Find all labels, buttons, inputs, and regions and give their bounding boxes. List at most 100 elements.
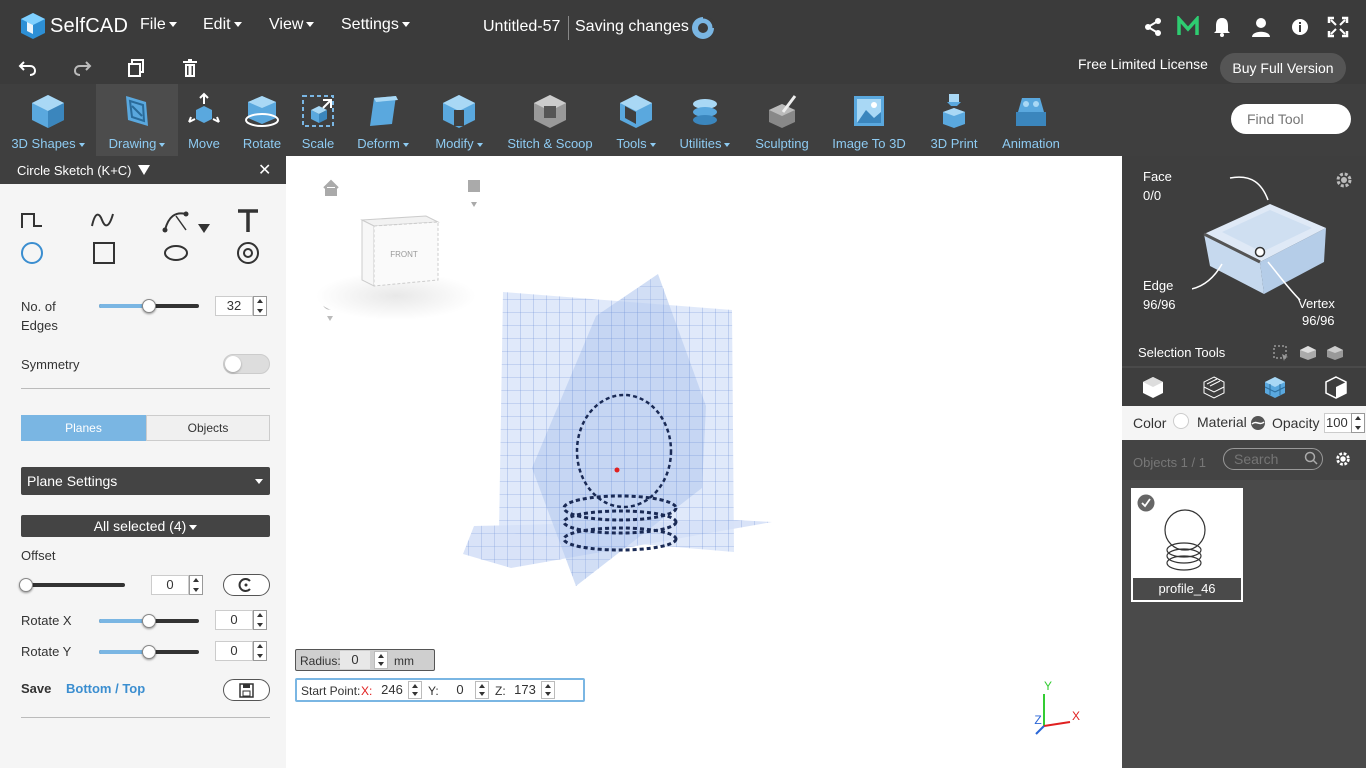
tab-edge-mode[interactable] (1244, 368, 1305, 406)
color-swatch[interactable] (1173, 413, 1189, 429)
view-cube[interactable]: FRONT (316, 215, 476, 320)
save-button[interactable] (223, 679, 270, 701)
ellipse-icon[interactable] (163, 245, 189, 261)
edges-input[interactable]: 32 (215, 296, 253, 316)
tab-object-mode[interactable] (1122, 368, 1183, 406)
menu-view[interactable]: View (269, 16, 315, 34)
freehand-icon[interactable] (90, 210, 116, 230)
select-all-icon[interactable] (1326, 345, 1344, 361)
document-title[interactable]: Untitled-57 (483, 18, 560, 36)
rotate-y-slider-handle[interactable] (142, 645, 156, 659)
tool-3d-shapes[interactable]: 3D Shapes (0, 84, 96, 156)
scene-canvas[interactable]: FRONT Y X Z (286, 156, 1122, 768)
selfcad-logo[interactable]: SelfCAD (20, 10, 128, 42)
search-icon[interactable] (1304, 451, 1318, 465)
bell-icon[interactable] (1211, 16, 1233, 38)
tab-objects[interactable]: Objects (146, 415, 270, 441)
offset-reset-button[interactable] (223, 574, 270, 596)
tool-utilities[interactable]: Utilities (672, 84, 738, 156)
menu-edit[interactable]: Edit (203, 16, 242, 34)
tool-rotate[interactable]: Rotate (236, 84, 288, 156)
symmetry-toggle[interactable] (223, 354, 270, 374)
text-icon[interactable] (236, 208, 260, 234)
tool-animation[interactable]: Animation (996, 84, 1066, 156)
tool-image-to-3d[interactable]: Image To 3D (826, 84, 912, 156)
plane-settings-dropdown[interactable]: Plane Settings (21, 467, 270, 495)
tool-3d-print[interactable]: 3D Print (922, 84, 986, 156)
chevron-down-icon (159, 142, 166, 147)
fullscreen-icon[interactable] (1327, 16, 1349, 38)
offset-slider-handle[interactable] (19, 578, 33, 592)
tool-stitch-scoop[interactable]: Stitch & Scoop (500, 84, 600, 156)
tool-drawing[interactable]: Drawing (96, 84, 178, 156)
tool-scale[interactable]: Scale (294, 84, 342, 156)
tool-sculpting[interactable]: Sculpting (748, 84, 816, 156)
gear-icon[interactable] (1334, 450, 1352, 468)
z-input[interactable]: 173 (510, 682, 540, 698)
y-stepper[interactable] (475, 681, 489, 699)
bezier-icon[interactable] (162, 208, 190, 234)
selection-cube-illustration[interactable] (1192, 170, 1332, 300)
tool-deform[interactable]: Deform (350, 84, 416, 156)
all-selected-dropdown[interactable]: All selected (4) (21, 515, 270, 537)
tab-vertex-mode[interactable] (1183, 368, 1244, 406)
material-icon[interactable] (1250, 415, 1266, 431)
tab-face-mode[interactable] (1305, 368, 1366, 406)
tool-modify[interactable]: Modify (428, 84, 490, 156)
gear-icon[interactable] (1334, 170, 1354, 190)
polyline-icon[interactable] (20, 210, 46, 230)
3d-viewport[interactable]: FRONT Y X Z (286, 156, 1122, 768)
tab-planes[interactable]: Planes (21, 415, 146, 441)
rotate-y-stepper[interactable] (253, 641, 267, 661)
find-tool-input[interactable] (1231, 104, 1351, 134)
offset-input[interactable]: 0 (151, 575, 189, 595)
radius-input[interactable]: 0 (340, 651, 370, 669)
rotate-x-stepper[interactable] (253, 610, 267, 630)
box-select-icon[interactable] (1273, 345, 1289, 361)
redo-icon[interactable] (72, 58, 92, 78)
user-icon[interactable] (1250, 16, 1272, 38)
chevron-down-icon[interactable] (471, 202, 477, 207)
close-icon[interactable]: ✕ (258, 160, 271, 180)
undo-icon[interactable] (18, 58, 38, 78)
tool-tools[interactable]: Tools (608, 84, 664, 156)
edges-stepper[interactable] (253, 296, 267, 316)
rotate-x-input[interactable]: 0 (215, 610, 253, 630)
offset-slider[interactable] (21, 583, 125, 587)
view-mode-icon[interactable] (468, 180, 480, 192)
edges-slider-handle[interactable] (142, 299, 156, 313)
m-app-icon[interactable] (1177, 16, 1199, 38)
x-stepper[interactable] (408, 681, 422, 699)
opacity-input[interactable]: 100 (1324, 413, 1352, 433)
rotate-x-slider-handle[interactable] (142, 614, 156, 628)
opacity-stepper[interactable] (1351, 413, 1365, 433)
chevron-down-icon[interactable] (327, 316, 333, 321)
info-icon[interactable] (1289, 16, 1311, 38)
checkmark-icon[interactable] (1137, 494, 1155, 512)
trash-icon[interactable] (180, 58, 200, 78)
menu-settings[interactable]: Settings (341, 16, 410, 34)
share-icon[interactable] (1142, 16, 1164, 38)
rotate-y-input[interactable]: 0 (215, 641, 253, 661)
copy-icon[interactable] (126, 58, 146, 78)
deform-icon (370, 96, 398, 126)
ring-icon[interactable] (236, 241, 260, 265)
save-target-link[interactable]: Bottom / Top (66, 681, 145, 696)
circle-icon[interactable] (20, 241, 44, 265)
cube-icon (32, 95, 64, 128)
chevron-down-icon (402, 142, 409, 147)
rectangle-icon[interactable] (92, 241, 116, 265)
radius-stepper[interactable] (374, 651, 388, 669)
chevron-down-icon[interactable] (198, 224, 210, 233)
panel-collapse-icon[interactable] (138, 165, 150, 175)
offset-stepper[interactable] (189, 575, 203, 595)
menu-file[interactable]: File (140, 16, 177, 34)
y-input[interactable]: 0 (445, 682, 475, 698)
tool-move[interactable]: Move (178, 84, 230, 156)
home-icon[interactable] (323, 179, 339, 196)
object-thumbnail-card[interactable]: profile_46 (1131, 488, 1243, 602)
select-connected-icon[interactable] (1299, 345, 1317, 361)
x-input[interactable]: 246 (377, 682, 407, 698)
z-stepper[interactable] (541, 681, 555, 699)
buy-full-version-button[interactable]: Buy Full Version (1220, 53, 1346, 83)
